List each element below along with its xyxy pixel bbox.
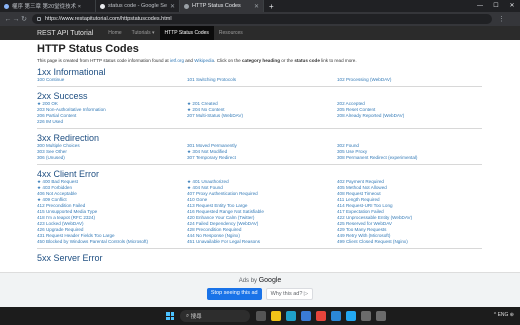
url-text: https://www.restapitutorial.com/httpstat… [45, 16, 172, 22]
site-navbar: REST API Tutorial Home Tutorials ▾ HTTP … [0, 26, 520, 40]
tab-favicon-icon [4, 3, 9, 9]
status-code-link[interactable]: 100 Continue [37, 77, 187, 83]
intro-bold: status code [294, 58, 320, 63]
nav-http-status-codes[interactable]: HTTP Status Codes [159, 26, 214, 40]
back-icon[interactable]: ← [4, 16, 12, 23]
reload-icon[interactable]: ↻ [20, 15, 28, 23]
close-window-icon[interactable]: ✕ [504, 0, 520, 12]
section-heading[interactable]: 1xx Informational [37, 67, 482, 77]
status-code-link[interactable]: 307 Temporary Redirect [187, 155, 337, 161]
lock-icon[interactable] [37, 17, 41, 21]
intro-part: or the [280, 58, 295, 63]
new-tab-button[interactable]: + [264, 2, 279, 11]
system-tray[interactable]: ^ ENG ⊕ [494, 312, 514, 318]
windows-start-icon[interactable] [166, 312, 174, 320]
taskbar-search[interactable]: ⌕ 搜尋 [180, 310, 250, 322]
status-code-link[interactable]: 451 Unavailable For Legal Reasons [187, 239, 337, 245]
google-favicon-icon [100, 3, 105, 9]
status-code-link [187, 119, 337, 125]
status-code-grid: ★ 200 OK ★ 201 Created 202 Accepted 203 Non… [37, 101, 482, 125]
taskbar-search-label: 搜尋 [190, 314, 202, 320]
tab-label: 權序 第三章 第20堂從技术 × [12, 4, 81, 10]
intro-part: This page is created from HTTP status co… [37, 58, 170, 63]
address-bar-row: ← → ↻ https://www.restapitutorial.com/ht… [0, 12, 520, 26]
status-code-link[interactable]: 499 Client Closed Request (Nginx) [337, 239, 482, 245]
tab-label: HTTP Status Codes [192, 3, 241, 9]
ad-label-brand: Google [258, 277, 282, 284]
store-icon[interactable] [301, 311, 311, 321]
nav-tutorials[interactable]: Tutorials ▾ [127, 26, 160, 40]
section-heading[interactable]: 4xx Client Error [37, 169, 482, 179]
intro-part: . Click on the [214, 58, 242, 63]
app-icon[interactable] [376, 311, 386, 321]
mail-icon[interactable] [331, 311, 341, 321]
section-divider [37, 248, 482, 249]
stop-seeing-ad-button[interactable]: Stop seeing this ad [206, 288, 262, 300]
why-this-ad-button[interactable]: Why this ad? ▷ [265, 288, 314, 300]
wikipedia-link[interactable]: Wikipedia [194, 58, 214, 63]
page-title: HTTP Status Codes [37, 43, 139, 55]
tab-3[interactable]: HTTP Status Codes ✕ [180, 0, 264, 12]
close-tab-icon[interactable]: ✕ [254, 3, 259, 10]
minimize-icon[interactable]: — [472, 0, 488, 12]
file-explorer-icon[interactable] [271, 311, 281, 321]
edge-icon[interactable] [286, 311, 296, 321]
window-controls: — ☐ ✕ [472, 0, 520, 12]
status-code-link[interactable]: 306 (Unused) [37, 155, 187, 161]
status-code-link[interactable]: 308 Permanent Redirect (experimental) [337, 155, 482, 161]
intro-text: This page is created from HTTP status co… [37, 58, 482, 63]
app-icon[interactable] [361, 311, 371, 321]
close-tab-icon[interactable]: ✕ [170, 3, 175, 10]
ads-by-google: Ads by Google [0, 277, 520, 284]
status-code-link[interactable]: 102 Processing (WebDAV) [337, 77, 482, 83]
status-code-grid: 300 Multiple Choices 301 Moved Permanentl… [37, 143, 482, 161]
intro-part: and [184, 58, 195, 63]
site-brand[interactable]: REST API Tutorial [37, 30, 93, 37]
browser-tab-bar: 權序 第三章 第20堂從技术 × status code - Google Se… [0, 0, 520, 12]
section-heading[interactable]: 2xx Success [37, 91, 482, 101]
tab-1[interactable]: 權序 第三章 第20堂從技术 × [0, 0, 96, 12]
ad-label-prefix: Ads by [238, 278, 258, 284]
ad-banner: Ads by Google Stop seeing this ad Why th… [0, 272, 520, 307]
status-code-link [337, 119, 482, 125]
intro-bold: category heading [241, 58, 281, 63]
section-heading[interactable]: 3xx Redirection [37, 133, 482, 143]
intro-part: link to read more. [319, 58, 357, 63]
status-code-link[interactable]: 101 Switching Protocols [187, 77, 337, 83]
vscode-icon[interactable] [346, 311, 356, 321]
section-divider [37, 128, 482, 129]
status-code-link[interactable]: 226 IM Used [37, 119, 187, 125]
ietf-link[interactable]: ietf.org [170, 58, 184, 63]
chrome-icon[interactable] [316, 311, 326, 321]
status-code-link[interactable]: 450 Blocked by Windows Parental Controls… [37, 239, 187, 245]
section-divider [37, 86, 482, 87]
page-content: HTTP Status Codes This page is created f… [0, 40, 520, 273]
status-code-sections: 1xx Informational 100 Continue 101 Switchi… [37, 67, 482, 263]
tab-label: status code - Google Search [108, 3, 167, 9]
section-divider [37, 164, 482, 165]
status-code-grid: 100 Continue 101 Switching Protocols 102 P… [37, 77, 482, 83]
status-code-grid: ★ 400 Bad Request ★ 401 Unauthorized 402 P… [37, 179, 482, 245]
browser-menu-icon[interactable]: ⋮ [498, 15, 505, 23]
site-favicon-icon [184, 3, 189, 9]
url-input[interactable]: https://www.restapitutorial.com/httpstat… [32, 14, 492, 24]
forward-icon[interactable]: → [12, 16, 20, 23]
task-view-icon[interactable] [256, 311, 266, 321]
windows-taskbar: ⌕ 搜尋 ^ ENG ⊕ [0, 307, 520, 325]
tab-2[interactable]: status code - Google Search ✕ [96, 0, 180, 12]
nav-home[interactable]: Home [103, 26, 126, 40]
section-heading[interactable]: 5xx Server Error [37, 253, 482, 263]
maximize-icon[interactable]: ☐ [488, 0, 504, 12]
nav-resources[interactable]: Resources [214, 26, 248, 40]
